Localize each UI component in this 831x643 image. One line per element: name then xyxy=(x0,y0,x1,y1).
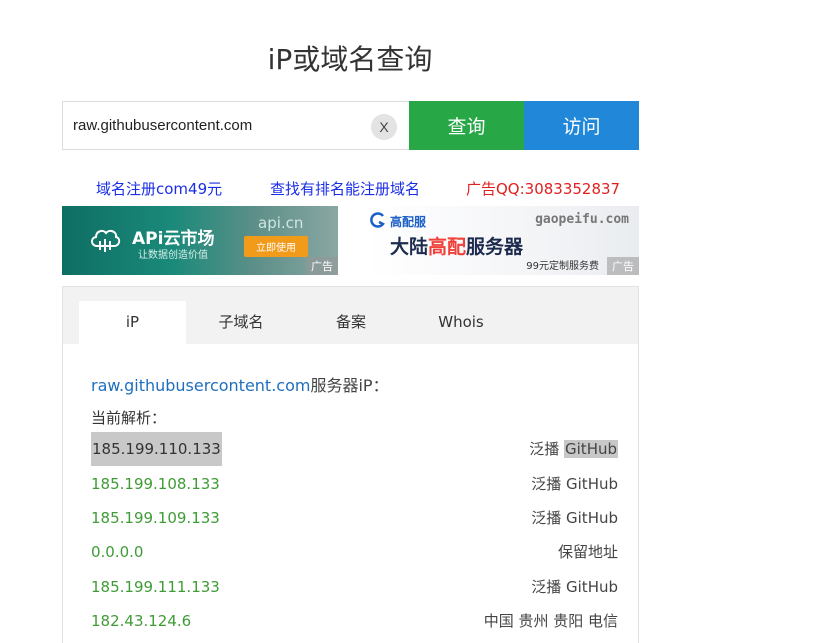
ip-address[interactable]: 185.199.109.133 xyxy=(91,501,220,535)
link-find-ranked-domain[interactable]: 查找有排名能注册域名 xyxy=(270,178,420,199)
search-input-wrapper: X xyxy=(62,101,409,150)
ip-location: 泛播 GitHub xyxy=(531,509,618,527)
ip-row: 182.43.124.6 中国 贵州 贵阳 电信 xyxy=(91,604,618,638)
ip-address[interactable]: 182.43.124.6 xyxy=(91,604,191,638)
ad-left-domain: api.cn xyxy=(258,214,304,232)
tab-subdomain[interactable]: 子域名 xyxy=(186,301,296,344)
query-button[interactable]: 查询 xyxy=(409,101,524,150)
ad-right-headline: 大陆高配服务器 xyxy=(390,232,523,259)
headline-part-c: 服务器 xyxy=(466,236,524,258)
search-bar: X 查询 访问 xyxy=(62,101,639,150)
tab-whois[interactable]: Whois xyxy=(406,301,516,344)
ad-tag: 广告 xyxy=(306,257,338,275)
result-heading: raw.githubusercontent.com服务器iP： xyxy=(91,372,389,396)
ad-banner-api-cn[interactable]: APi云市场 让数据创造价值 api.cn 立即使用 广告 xyxy=(62,206,338,275)
result-panel: iP 子域名 备案 Whois raw.githubusercontent.co… xyxy=(62,286,639,643)
ad-right-domain: gaopeifu.com xyxy=(535,212,629,227)
ad-banner-gaopeifu[interactable]: 高配服 gaopeifu.com 大陆高配服务器 99元定制服务费 广告 xyxy=(366,206,639,275)
tab-bar: iP 子域名 备案 Whois xyxy=(63,287,638,344)
ad-left-slogan: 让数据创造价值 xyxy=(138,250,208,261)
ip-location: 保留地址 xyxy=(557,543,618,561)
visit-button[interactable]: 访问 xyxy=(524,101,639,150)
cloud-icon xyxy=(91,229,121,252)
ip-address[interactable]: 185.199.110.133 xyxy=(91,432,222,466)
ad-left-cta-button[interactable]: 立即使用 xyxy=(244,236,308,257)
page-title: iP或域名查询 xyxy=(267,43,433,76)
ip-address[interactable]: 185.199.108.133 xyxy=(91,467,220,501)
ad-tag: 广告 xyxy=(607,257,639,275)
link-register-domain[interactable]: 域名注册com49元 xyxy=(96,178,222,199)
clear-icon[interactable]: X xyxy=(371,114,397,140)
headline-part-b: 高配 xyxy=(428,236,467,258)
ip-location-part: GitHub xyxy=(564,440,618,458)
result-heading-suffix: 服务器iP： xyxy=(310,376,389,395)
ip-address[interactable]: 185.199.111.133 xyxy=(91,570,220,604)
gaopeifu-logo-icon xyxy=(370,212,385,228)
ip-location: 泛播 GitHub xyxy=(531,475,618,493)
promo-links: 域名注册com49元 查找有排名能注册域名 广告QQ:3083352837 xyxy=(0,178,700,198)
ip-location: 泛播 GitHub xyxy=(531,578,618,596)
ip-location: 泛播 GitHub xyxy=(529,432,618,466)
search-input[interactable] xyxy=(63,102,409,149)
ad-right-price: 99元定制服务费 xyxy=(526,261,599,272)
ip-location: 中国 贵州 贵阳 电信 xyxy=(483,612,618,630)
link-ad-contact[interactable]: 广告QQ:3083352837 xyxy=(466,178,620,199)
ip-row: 185.199.110.133 泛播 GitHub xyxy=(91,432,618,466)
tab-ip[interactable]: iP xyxy=(79,301,186,344)
ip-row: 0.0.0.0 保留地址 xyxy=(91,535,618,569)
ip-address[interactable]: 0.0.0.0 xyxy=(91,535,143,569)
ip-row: 185.199.111.133 泛播 GitHub xyxy=(91,570,618,604)
ip-location-part: 泛播 xyxy=(529,440,560,458)
tab-icp-filing[interactable]: 备案 xyxy=(296,301,406,344)
current-resolution-label: 当前解析： xyxy=(91,409,167,427)
ip-row: 185.199.108.133 泛播 GitHub xyxy=(91,467,618,501)
ad-right-brand: 高配服 xyxy=(390,215,427,229)
ip-row: 185.199.109.133 泛播 GitHub xyxy=(91,501,618,535)
result-domain: raw.githubusercontent.com xyxy=(91,376,311,395)
headline-part-a: 大陆 xyxy=(390,236,429,258)
